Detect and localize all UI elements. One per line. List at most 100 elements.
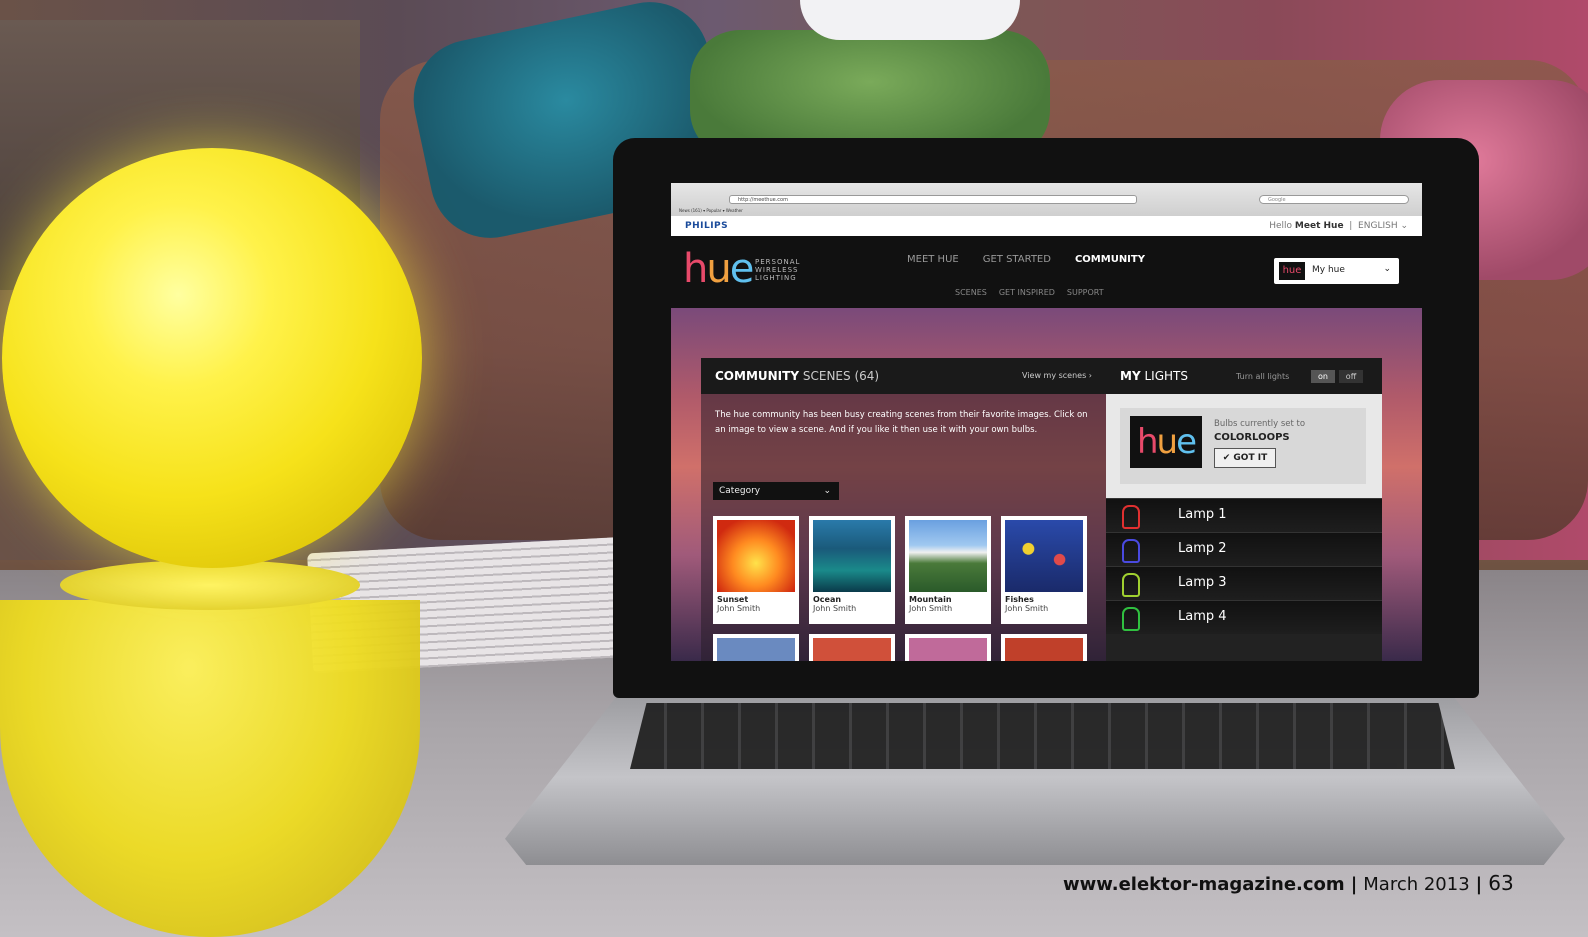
- my-hue-label: My hue: [1312, 265, 1345, 275]
- scene-image: [813, 638, 891, 661]
- scene-image: [1005, 638, 1083, 661]
- hue-logo-letter-u: u: [706, 246, 731, 292]
- bulbs-status-card: hue Bulbs currently set to COLORLOOPS ✔ …: [1120, 408, 1366, 484]
- scene-name: Mountain: [909, 595, 952, 604]
- scene-author: John Smith: [813, 604, 857, 613]
- hue-badge-letter-u: u: [1156, 422, 1179, 462]
- category-select[interactable]: Category ⌄: [713, 482, 839, 500]
- sub-nav: SCENES GET INSPIRED SUPPORT: [955, 288, 1104, 297]
- my-lights-title-bold: MY: [1120, 369, 1141, 383]
- lamp-name: Lamp 4: [1178, 609, 1227, 624]
- browser-toolbar: http://meethue.com Google News (161) ▾ P…: [671, 183, 1422, 216]
- subnav-support[interactable]: SUPPORT: [1067, 288, 1104, 297]
- lamp-name: Lamp 3: [1178, 575, 1227, 590]
- chevron-down-icon: ⌄: [823, 486, 831, 496]
- scene-author: John Smith: [1005, 604, 1049, 613]
- view-my-scenes-link[interactable]: View my scenes ›: [1022, 371, 1092, 380]
- my-hue-logo: hue: [1279, 262, 1305, 280]
- tagline: PERSONAL WIRELESS LIGHTING: [755, 258, 800, 282]
- scene-tile-fishes[interactable]: Fishes John Smith: [1001, 516, 1087, 624]
- scene-image: [717, 638, 795, 661]
- mountain-image: [909, 520, 987, 592]
- photo-scene: http://meethue.com Google News (161) ▾ P…: [0, 0, 1588, 937]
- turn-all-lights-label: Turn all lights: [1236, 372, 1290, 381]
- scene-author: John Smith: [717, 604, 761, 613]
- community-intro: The hue community has been busy creating…: [715, 410, 1088, 435]
- ocean-image: [813, 520, 891, 592]
- tagline-line-3: LIGHTING: [755, 274, 797, 282]
- hue-badge-letter-e: e: [1176, 422, 1197, 462]
- got-it-button[interactable]: ✔ GOT IT: [1214, 448, 1276, 468]
- scene-tile[interactable]: [713, 634, 799, 661]
- fishes-image: [1005, 520, 1083, 592]
- nav-meet-hue[interactable]: MEET HUE: [907, 254, 959, 265]
- bookmarks-bar[interactable]: News (161) ▾ Popular ▾ Weather: [679, 208, 743, 213]
- bulb-icon: [1122, 573, 1140, 597]
- scene-tile-mountain[interactable]: Mountain John Smith: [905, 516, 991, 624]
- nav-community[interactable]: COMMUNITY: [1075, 254, 1145, 265]
- hue-header: hue PERSONAL WIRELESS LIGHTING MEET HUE …: [671, 236, 1422, 308]
- scene-tile[interactable]: [905, 634, 991, 661]
- lamp-row-4[interactable]: Lamp 4: [1106, 600, 1382, 634]
- url-bar[interactable]: http://meethue.com: [729, 195, 1137, 204]
- hue-badge: hue: [1130, 416, 1202, 468]
- community-scenes-title: COMMUNITY SCENES (64): [715, 369, 879, 383]
- scene-tile-sunset[interactable]: Sunset John Smith: [713, 516, 799, 624]
- bulbs-status-box: hue Bulbs currently set to COLORLOOPS ✔ …: [1106, 394, 1382, 498]
- my-lights-header: MY LIGHTS Turn all lights on off: [1106, 358, 1382, 394]
- bulb-icon: [1122, 607, 1140, 631]
- footer-date: March 2013: [1363, 874, 1470, 895]
- hue-logo-letter-e: e: [729, 246, 755, 292]
- scene-name: Fishes: [1005, 595, 1034, 604]
- chevron-down-icon: ⌄: [1383, 264, 1391, 274]
- scene-grid: Sunset John Smith Ocean John Smith Mount…: [713, 516, 1087, 624]
- hue-badge-letter-h: h: [1136, 422, 1159, 462]
- philips-bar: PHILIPS Hello Meet Hue | ENGLISH ⌄: [671, 216, 1422, 236]
- community-title-bold: COMMUNITY: [715, 369, 800, 383]
- browser-search[interactable]: Google: [1259, 195, 1409, 204]
- category-label: Category: [719, 486, 761, 496]
- greeting: Hello Meet Hue | ENGLISH ⌄: [1269, 221, 1408, 231]
- bulb-icon: [1122, 539, 1140, 563]
- tagline-line-2: WIRELESS: [755, 266, 799, 274]
- footer-page: 63: [1488, 871, 1514, 895]
- all-lights-off-button[interactable]: off: [1339, 370, 1363, 383]
- lamp-row-3[interactable]: Lamp 3: [1106, 566, 1382, 600]
- philips-logo[interactable]: PHILIPS: [685, 221, 728, 231]
- community-scenes-header: COMMUNITY SCENES (64) View my scenes ›: [701, 358, 1106, 394]
- my-lights-panel: MY LIGHTS Turn all lights on off hue Bul…: [1106, 358, 1382, 661]
- language-select[interactable]: ENGLISH: [1358, 221, 1398, 231]
- community-title-rest: SCENES: [802, 369, 851, 383]
- bulb-icon: [1122, 505, 1140, 529]
- lamp-name: Lamp 2: [1178, 541, 1227, 556]
- footer-site: www.elektor-magazine.com: [1063, 874, 1345, 895]
- scene-tile[interactable]: [809, 634, 895, 661]
- nav-get-started[interactable]: GET STARTED: [983, 254, 1051, 265]
- hue-logo[interactable]: hue: [683, 246, 755, 292]
- community-scene-count: (64): [854, 369, 880, 383]
- bulbs-status-mode: COLORLOOPS: [1214, 432, 1290, 443]
- scene-grid-row-2: [713, 634, 1087, 661]
- subnav-scenes[interactable]: SCENES: [955, 288, 987, 297]
- bulbs-status-text: Bulbs currently set to COLORLOOPS: [1214, 418, 1305, 445]
- lamp-row-2[interactable]: Lamp 2: [1106, 532, 1382, 566]
- scene-tile[interactable]: [1001, 634, 1087, 661]
- laptop-screen: http://meethue.com Google News (161) ▾ P…: [671, 183, 1422, 661]
- lamp-row-1[interactable]: Lamp 1: [1106, 498, 1382, 532]
- bulbs-status-prefix: Bulbs currently set to: [1214, 419, 1306, 429]
- magazine-footer: www.elektor-magazine.com | March 2013 | 63: [1063, 871, 1514, 895]
- my-hue-dropdown[interactable]: hue My hue ⌄: [1274, 258, 1399, 284]
- scene-image: [909, 638, 987, 661]
- community-scenes-panel: COMMUNITY SCENES (64) View my scenes › T…: [701, 358, 1106, 661]
- hue-logo-letter-h: h: [683, 246, 708, 292]
- sunset-image: [717, 520, 795, 592]
- greeting-user[interactable]: Meet Hue: [1295, 221, 1344, 231]
- scene-name: Ocean: [813, 595, 842, 604]
- tagline-line-1: PERSONAL: [755, 258, 801, 266]
- subnav-get-inspired[interactable]: GET INSPIRED: [999, 288, 1055, 297]
- my-lights-title: MY LIGHTS: [1120, 369, 1188, 383]
- all-lights-on-button[interactable]: on: [1311, 370, 1335, 383]
- yellow-globe-lamp: [2, 148, 422, 568]
- scene-author: John Smith: [909, 604, 953, 613]
- scene-tile-ocean[interactable]: Ocean John Smith: [809, 516, 895, 624]
